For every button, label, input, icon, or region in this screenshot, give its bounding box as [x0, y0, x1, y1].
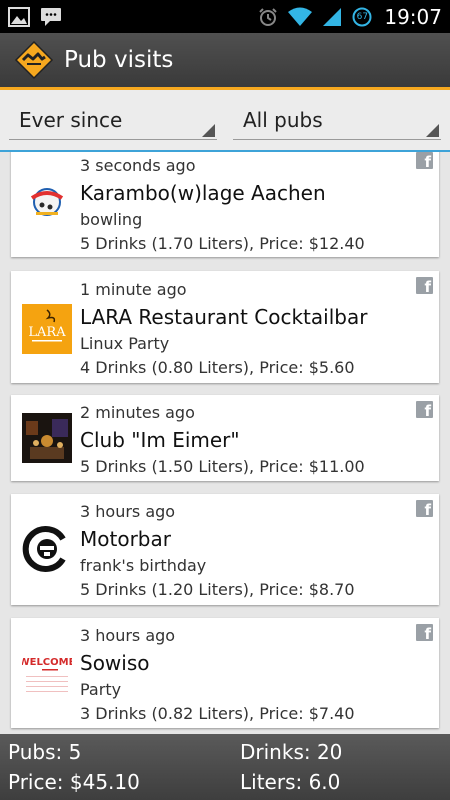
facebook-icon[interactable]: f	[416, 401, 433, 418]
visit-stats: 5 Drinks (1.20 Liters), Price: $8.70	[80, 580, 355, 599]
pub-name: Motorbar	[80, 527, 171, 551]
facebook-icon[interactable]: f	[416, 152, 433, 169]
battery-icon: 67	[352, 7, 372, 27]
facebook-icon[interactable]: f	[416, 277, 433, 294]
visit-time: 2 minutes ago	[80, 403, 195, 422]
visit-stats: 3 Drinks (0.82 Liters), Price: $7.40	[80, 704, 355, 723]
pub-name: Karambo(w)lage Aachen	[80, 181, 326, 205]
visit-stats: 5 Drinks (1.50 Liters), Price: $11.00	[80, 457, 365, 476]
wifi-icon	[288, 7, 313, 27]
clock: 19:07	[384, 4, 442, 29]
liters-total: Liters: 6.0	[240, 770, 341, 794]
facebook-icon[interactable]: f	[416, 624, 433, 641]
pub-filter-spinner[interactable]: All pubs	[233, 100, 441, 140]
pub-name: Sowiso	[80, 651, 150, 675]
pub-filter-value: All pubs	[243, 107, 323, 132]
page-title: Pub visits	[64, 47, 174, 73]
visit-card[interactable]: 3 seconds ago Karambo(w)lage Aachen bowl…	[11, 152, 439, 257]
action-bar: Pub visits	[0, 33, 450, 90]
price-total: Price: $45.10	[8, 770, 140, 794]
dropdown-arrow-icon	[426, 124, 439, 137]
visit-card[interactable]: 2 minutes ago Club "Im Eimer" 5 Drinks (…	[11, 395, 439, 481]
app-logo-icon[interactable]	[14, 40, 54, 80]
party-name: frank's birthday	[80, 556, 207, 575]
pub-logo: WELCOME	[22, 648, 72, 698]
filter-bar: Ever since All pubs	[0, 90, 450, 152]
time-range-value: Ever since	[19, 107, 123, 132]
party-name: Linux Party	[80, 334, 170, 353]
visit-list[interactable]: 3 seconds ago Karambo(w)lage Aachen bowl…	[0, 152, 450, 734]
visit-time: 3 hours ago	[80, 626, 176, 645]
visit-time: 1 minute ago	[80, 280, 187, 299]
visit-details: 2 minutes ago Club "Im Eimer" 5 Drinks (…	[80, 401, 409, 479]
visit-details: 3 seconds ago Karambo(w)lage Aachen bowl…	[80, 154, 409, 256]
drinks-total: Drinks: 20	[240, 740, 343, 764]
pub-logo-text: WELCOME	[22, 657, 72, 668]
visit-details: 1 minute ago LARA Restaurant Cocktailbar…	[80, 278, 409, 380]
dropdown-arrow-icon	[202, 124, 215, 137]
visit-card[interactable]: 3 hours ago Motorbar frank's birthday 5 …	[11, 494, 439, 605]
visit-card[interactable]: WELCOME 3 hours ago Sowiso Party 3 Drink…	[11, 618, 439, 728]
visit-time: 3 seconds ago	[80, 156, 196, 175]
pub-name: LARA Restaurant Cocktailbar	[80, 305, 368, 329]
visit-card[interactable]: LARA 1 minute ago LARA Restaurant Cockta…	[11, 271, 439, 383]
pub-logo	[22, 178, 72, 228]
visit-stats: 4 Drinks (0.80 Liters), Price: $5.60	[80, 358, 355, 377]
summary-footer: Pubs: 5 Drinks: 20 Price: $45.10 Liters:…	[0, 734, 450, 800]
status-bar: 67 19:07	[0, 0, 450, 33]
pub-name: Club "Im Eimer"	[80, 428, 240, 452]
chat-notification-icon	[40, 7, 62, 27]
signal-icon	[322, 7, 342, 27]
visit-time: 3 hours ago	[80, 502, 176, 521]
visit-stats: 5 Drinks (1.70 Liters), Price: $12.40	[80, 234, 365, 253]
pub-logo	[22, 524, 72, 574]
facebook-icon[interactable]: f	[416, 500, 433, 517]
battery-level: 67	[356, 11, 369, 22]
visit-details: 3 hours ago Sowiso Party 3 Drinks (0.82 …	[80, 624, 409, 726]
pub-logo	[22, 413, 72, 463]
pubs-total: Pubs: 5	[8, 740, 82, 764]
pub-logo-text: LARA	[28, 325, 66, 340]
alarm-icon	[258, 7, 278, 27]
pub-logo: LARA	[22, 304, 72, 354]
party-name: Party	[80, 680, 122, 699]
time-range-spinner[interactable]: Ever since	[9, 100, 217, 140]
visit-details: 3 hours ago Motorbar frank's birthday 5 …	[80, 500, 409, 602]
party-name: bowling	[80, 210, 143, 229]
image-notification-icon	[8, 6, 30, 27]
